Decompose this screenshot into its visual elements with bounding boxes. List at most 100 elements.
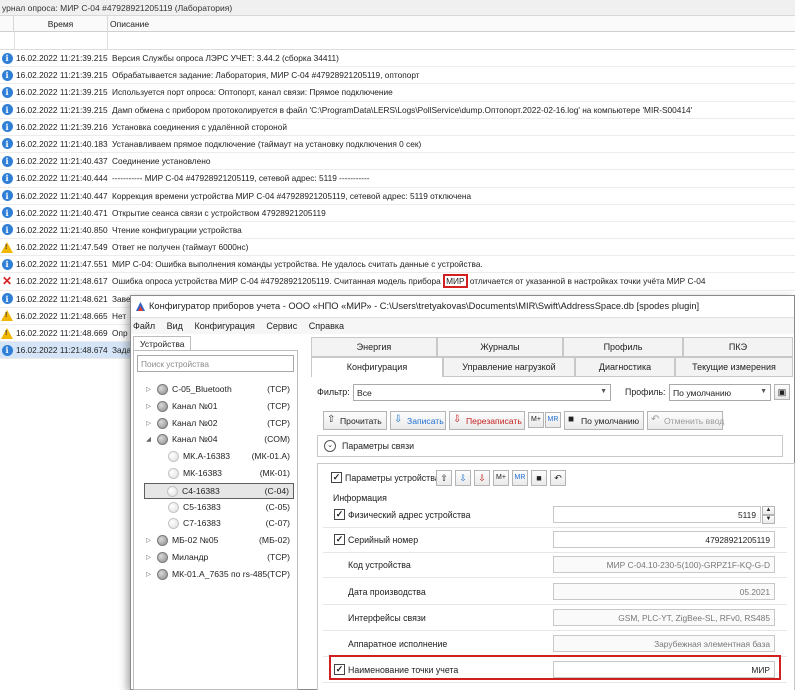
time-column-header[interactable]: Время <box>14 16 108 32</box>
memory-plus-button[interactable]: M+ <box>528 412 544 428</box>
rewrite-param-icon[interactable]: ⇩ <box>474 470 490 486</box>
device-status-icon <box>168 451 179 463</box>
spin-up-icon[interactable]: ▲ <box>762 506 775 515</box>
time-filter-cell[interactable] <box>14 32 108 50</box>
table-row[interactable]: i 16.02.2022 11:21:39.215 Версия Службы оп… <box>0 50 795 68</box>
rewrite-button[interactable]: ⇩ Перезаписать <box>449 411 525 430</box>
table-row[interactable]: i 16.02.2022 11:21:40.183 Устанавливаем пр… <box>0 136 795 154</box>
row-time: 16.02.2022 11:21:40.447 <box>16 190 108 201</box>
expand-arrow-icon[interactable]: ▷ <box>146 385 151 393</box>
tab-profile[interactable]: Профиль <box>563 337 683 357</box>
expanded-arrow-icon[interactable]: ◢ <box>146 435 151 443</box>
expand-arrow-icon[interactable]: ▷ <box>146 402 151 410</box>
device-tree-item[interactable]: ▷ С-05_Bluetooth (TCP) <box>146 382 294 398</box>
table-row[interactable]: ! 16.02.2022 11:21:47.549 Ответ не получен… <box>0 239 795 257</box>
param-memory-recall-button[interactable]: MR <box>512 470 528 486</box>
table-row[interactable]: i 16.02.2022 11:21:47.551 МИР С-04: Ошибка… <box>0 256 795 274</box>
param-undo-icon[interactable]: ↶ <box>550 470 566 486</box>
menu-view[interactable]: Вид <box>167 321 183 331</box>
warning-icon: ! <box>1 241 13 253</box>
tab-load-control[interactable]: Управление нагрузкой <box>443 357 575 377</box>
table-row[interactable]: i 16.02.2022 11:21:40.850 Чтение конфигура… <box>0 222 795 240</box>
param-value-field[interactable]: 47928921205119 <box>553 531 775 548</box>
menu-file[interactable]: Файл <box>133 321 155 331</box>
table-row[interactable]: i 16.02.2022 11:21:40.447 Коррекция времен… <box>0 188 795 205</box>
tab-pke[interactable]: ПКЭ <box>683 337 793 357</box>
read-param-icon[interactable]: ⇧ <box>436 470 452 486</box>
filter-label: Фильтр: <box>317 387 350 397</box>
table-row[interactable]: i 16.02.2022 11:21:40.444 ----------- МИР … <box>0 170 795 188</box>
device-search-input[interactable]: Поиск устройства <box>137 355 294 372</box>
tab-energy[interactable]: Энергия <box>311 337 437 357</box>
device-tree-item[interactable]: ▷ МК-01.А_7635 по rs-485 (TCP) <box>146 567 294 583</box>
param-checkbox[interactable]: ✓ <box>334 534 345 545</box>
table-row[interactable]: i 16.02.2022 11:21:39.216 Установка соедин… <box>0 119 795 136</box>
param-memory-plus-button[interactable]: M+ <box>493 470 509 486</box>
connection-params-section[interactable]: ⌄ Параметры связи <box>317 435 783 457</box>
expand-arrow-icon[interactable]: ▷ <box>146 536 151 544</box>
spin-down-icon[interactable]: ▼ <box>762 515 775 524</box>
tab-diagnostics[interactable]: Диагностика <box>575 357 675 377</box>
chevron-down-icon: ▼ <box>600 388 607 395</box>
device-tree-item[interactable]: МК-16383 (МК-01) <box>146 466 294 482</box>
device-params-checkbox[interactable]: ✓ <box>331 472 342 483</box>
param-checkbox[interactable]: ✓ <box>334 509 345 520</box>
param-value-field[interactable]: 5119 <box>553 506 761 523</box>
device-tree-item[interactable]: МК.А-16383 (МК-01.А) <box>146 449 294 465</box>
menu-service[interactable]: Сервис <box>266 321 297 331</box>
info-icon: i <box>1 172 13 184</box>
row-message: Используется порт опроса: Оптопорт, кана… <box>112 87 393 97</box>
memory-recall-button[interactable]: MR <box>545 412 561 428</box>
table-row[interactable]: i 16.02.2022 11:21:40.437 Соединение устан… <box>0 153 795 171</box>
table-row[interactable]: i 16.02.2022 11:21:39.215 Обрабатывается з… <box>0 67 795 85</box>
icon-column-header[interactable] <box>0 16 14 32</box>
cancel-input-button[interactable]: ↶ Отменить ввод <box>647 411 724 430</box>
devices-tab[interactable]: Устройства <box>133 336 191 350</box>
configurator-title: Конфигуратор приборов учета - ООО «НПО «… <box>149 301 700 311</box>
expand-arrow-icon[interactable]: ▷ <box>146 570 151 578</box>
param-label: Дата производства <box>348 587 426 597</box>
profile-select[interactable]: По умолчанию ▼ <box>669 384 771 401</box>
save-profile-icon[interactable]: ▣ <box>774 384 790 400</box>
device-tree-item[interactable]: ◢ Канал №04 (COM) <box>146 432 294 448</box>
journal-filter-row[interactable] <box>0 32 795 50</box>
device-tree-item[interactable]: ▷ Канал №01 (TCP) <box>146 399 294 415</box>
device-tree-item[interactable]: С7-16383 (С-07) <box>146 516 294 532</box>
device-name: С-05_Bluetooth <box>172 384 232 394</box>
write-button[interactable]: ⇩ Записать <box>390 411 446 430</box>
table-row[interactable]: i 16.02.2022 11:21:40.471 Открытие сеанса … <box>0 205 795 222</box>
tab-journals[interactable]: Журналы <box>437 337 563 357</box>
device-tree-item[interactable]: С5-16383 (С-05) <box>146 500 294 516</box>
info-group-label: Информация <box>333 493 387 503</box>
device-tree-item[interactable]: ▷ МБ-02 №05 (МБ-02) <box>146 533 294 549</box>
filter-select[interactable]: Все ▼ <box>353 384 611 401</box>
param-default-icon[interactable]: ■ <box>531 470 547 486</box>
device-type: (МК-01) <box>259 468 290 478</box>
write-param-icon[interactable]: ⇩ <box>455 470 471 486</box>
menu-configuration[interactable]: Конфигурация <box>194 321 254 331</box>
description-column-header[interactable]: Описание <box>110 19 149 29</box>
row-message: Зада <box>112 345 131 355</box>
param-value-field: GSM, PLC-YT, ZigBee-SL, RFv0, RS485 <box>553 609 775 626</box>
table-row[interactable]: i 16.02.2022 11:21:39.215 Дамп обмена с пр… <box>0 102 795 119</box>
device-tree-item[interactable]: ▷ Миландр (TCP) <box>146 550 294 566</box>
device-tree-item[interactable]: С4-16383 (С-04) <box>144 482 294 499</box>
row-time: 16.02.2022 11:21:39.215 <box>16 87 108 98</box>
param-label: Интерфейсы связи <box>348 613 426 623</box>
row-time: 16.02.2022 11:21:47.549 <box>16 242 108 253</box>
default-button[interactable]: ■ По умолчанию <box>564 411 644 430</box>
row-message-text: Соединение установлено <box>112 156 211 167</box>
device-tree-item[interactable]: ▷ Канал №02 (TCP) <box>146 416 294 432</box>
menu-help[interactable]: Справка <box>309 321 344 331</box>
device-name: МК-01.А_7635 по rs-485 <box>172 568 268 579</box>
tab-configuration[interactable]: Конфигурация <box>311 357 443 377</box>
read-button[interactable]: ⇧ Прочитать <box>323 411 387 430</box>
tab-current-measurements[interactable]: Текущие измерения <box>675 357 793 377</box>
table-row[interactable]: i 16.02.2022 11:21:39.215 Используется пор… <box>0 84 795 102</box>
row-message-text: Установка соединения с удалённой стороно… <box>112 121 287 132</box>
info-icon: i <box>1 258 13 270</box>
configurator-title-bar[interactable]: Конфигуратор приборов учета - ООО «НПО «… <box>131 296 794 318</box>
expand-arrow-icon[interactable]: ▷ <box>146 553 151 561</box>
expand-arrow-icon[interactable]: ▷ <box>146 419 151 427</box>
table-row[interactable]: ✕ 16.02.2022 11:21:48.617 Ошибка опроса ус… <box>0 273 795 291</box>
